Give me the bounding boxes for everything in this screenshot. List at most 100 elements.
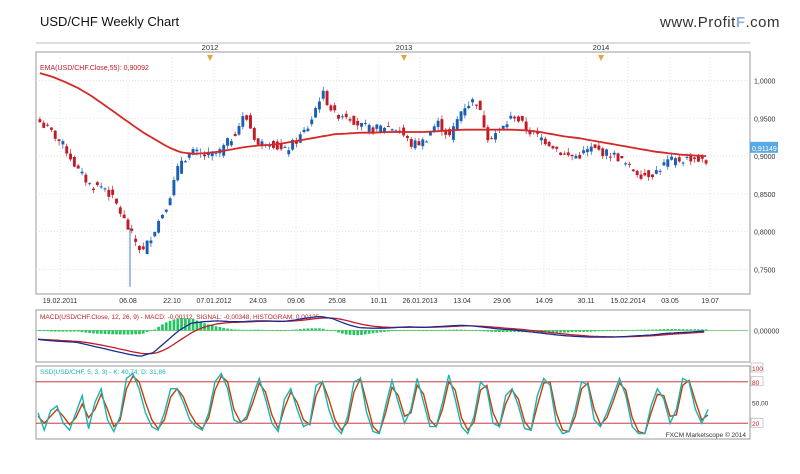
macd-histogram-bar: [436, 330, 440, 331]
candle-body: [474, 104, 478, 106]
candle-body: [524, 121, 528, 131]
candle-body: [69, 153, 72, 160]
candle-body: [180, 160, 184, 174]
candle-body: [490, 138, 494, 140]
macd-histogram-bar: [161, 324, 164, 331]
macd-histogram-bar: [65, 330, 69, 332]
macd-histogram-bar: [241, 329, 245, 331]
year-label: 2013: [396, 43, 413, 52]
ema-legend: EMA(USD/CHF.Close,55): 0,90092: [40, 65, 149, 72]
macd-histogram-bar: [425, 330, 428, 332]
macd-histogram-bar: [478, 330, 482, 332]
macd-histogram-bar: [367, 330, 371, 334]
macd-histogram-bar: [597, 330, 601, 332]
macd-histogram-bar: [509, 330, 513, 332]
candle-body: [467, 105, 471, 109]
candle-body: [310, 119, 314, 125]
candle-body: [620, 156, 624, 159]
candle-body: [578, 154, 582, 159]
macd-histogram-bar: [126, 330, 130, 335]
candle-body: [574, 155, 578, 159]
candle-body: [501, 125, 505, 129]
x-tick-label: 24.03: [249, 298, 267, 305]
candle-body: [149, 240, 153, 244]
price-tick-label: 0,9500: [754, 116, 776, 123]
candle-body: [562, 153, 566, 155]
macd-histogram-bar: [50, 330, 53, 332]
macd-histogram-bar: [218, 326, 222, 331]
candle-body: [53, 130, 57, 139]
macd-histogram-bar: [111, 330, 114, 335]
candle-body: [157, 220, 161, 233]
candle-body: [287, 150, 291, 155]
candle-body: [654, 170, 658, 174]
candle-body: [628, 163, 631, 165]
macd-histogram-bar: [662, 329, 666, 331]
candle-body: [585, 149, 589, 153]
macd-histogram-bar: [406, 330, 409, 331]
candle-body: [356, 120, 360, 126]
x-tick-label: 19.02.2011: [43, 298, 78, 305]
candle-body: [325, 91, 329, 106]
candle-body: [65, 146, 69, 154]
macd-histogram-bar: [249, 329, 252, 331]
candle-body: [616, 153, 620, 162]
candle-body: [685, 156, 689, 158]
x-tick-label: 13.04: [453, 298, 471, 305]
macd-histogram-bar: [153, 329, 157, 331]
price-tick-label: 0,8000: [754, 230, 776, 237]
candle-body: [237, 126, 241, 135]
candle-body: [298, 134, 302, 143]
x-tick-label: 29.06: [493, 298, 511, 305]
macd-histogram-bar: [697, 329, 700, 331]
macd-histogram-bar: [96, 330, 99, 334]
macd-histogram-bar: [302, 328, 306, 331]
macd-histogram-bar: [635, 329, 639, 331]
candle-body: [122, 214, 126, 219]
macd-histogram-bar: [471, 330, 474, 332]
macd-histogram-bar: [455, 329, 459, 331]
macd-histogram-bar: [593, 330, 597, 332]
candle-body: [383, 127, 386, 132]
macd-histogram-bar: [356, 330, 360, 336]
candle-body: [482, 115, 486, 128]
candle-body: [229, 141, 233, 146]
macd-histogram-bar: [168, 320, 172, 331]
macd-histogram-bar: [501, 330, 505, 333]
candle-body: [348, 119, 352, 121]
macd-histogram-bar: [616, 330, 620, 332]
macd-histogram-bar: [475, 330, 478, 332]
current-price-label: 0,91149: [752, 146, 777, 153]
candle-body: [72, 157, 76, 167]
macd-histogram-bar: [341, 330, 344, 334]
macd-histogram-bar: [685, 329, 689, 331]
macd-histogram-bar: [398, 330, 402, 332]
macd-histogram-bar: [677, 329, 681, 331]
candle-body: [84, 174, 88, 183]
macd-histogram-bar: [658, 329, 662, 331]
candle-body: [333, 105, 337, 111]
ssd-tick-label: 80: [752, 380, 760, 387]
macd-histogram-bar: [314, 328, 317, 331]
candle-body: [164, 209, 168, 212]
candle-body: [601, 148, 605, 157]
macd-histogram-bar: [141, 330, 145, 334]
macd-histogram-bar: [214, 326, 218, 331]
macd-histogram-bar: [38, 330, 42, 332]
macd-histogram-bar: [295, 329, 298, 331]
candle-body: [256, 138, 260, 145]
candle-body: [252, 127, 256, 140]
macd-histogram-bar: [233, 329, 237, 331]
candle-body: [363, 122, 367, 124]
candle-body: [367, 124, 371, 132]
candle-body: [674, 158, 677, 166]
macd-legend: MACD(USD/CHF.Close, 12, 26, 9) - MACD: -…: [40, 314, 320, 321]
macd-histogram-bar: [651, 329, 654, 331]
macd-histogram-bar: [122, 330, 126, 335]
macd-histogram-bar: [352, 330, 356, 336]
macd-histogram-bar: [103, 330, 107, 335]
candle-body: [126, 219, 130, 230]
macd-histogram-bar: [574, 330, 578, 333]
macd-histogram-bar: [364, 330, 367, 335]
macd-histogram-bar: [440, 329, 444, 331]
